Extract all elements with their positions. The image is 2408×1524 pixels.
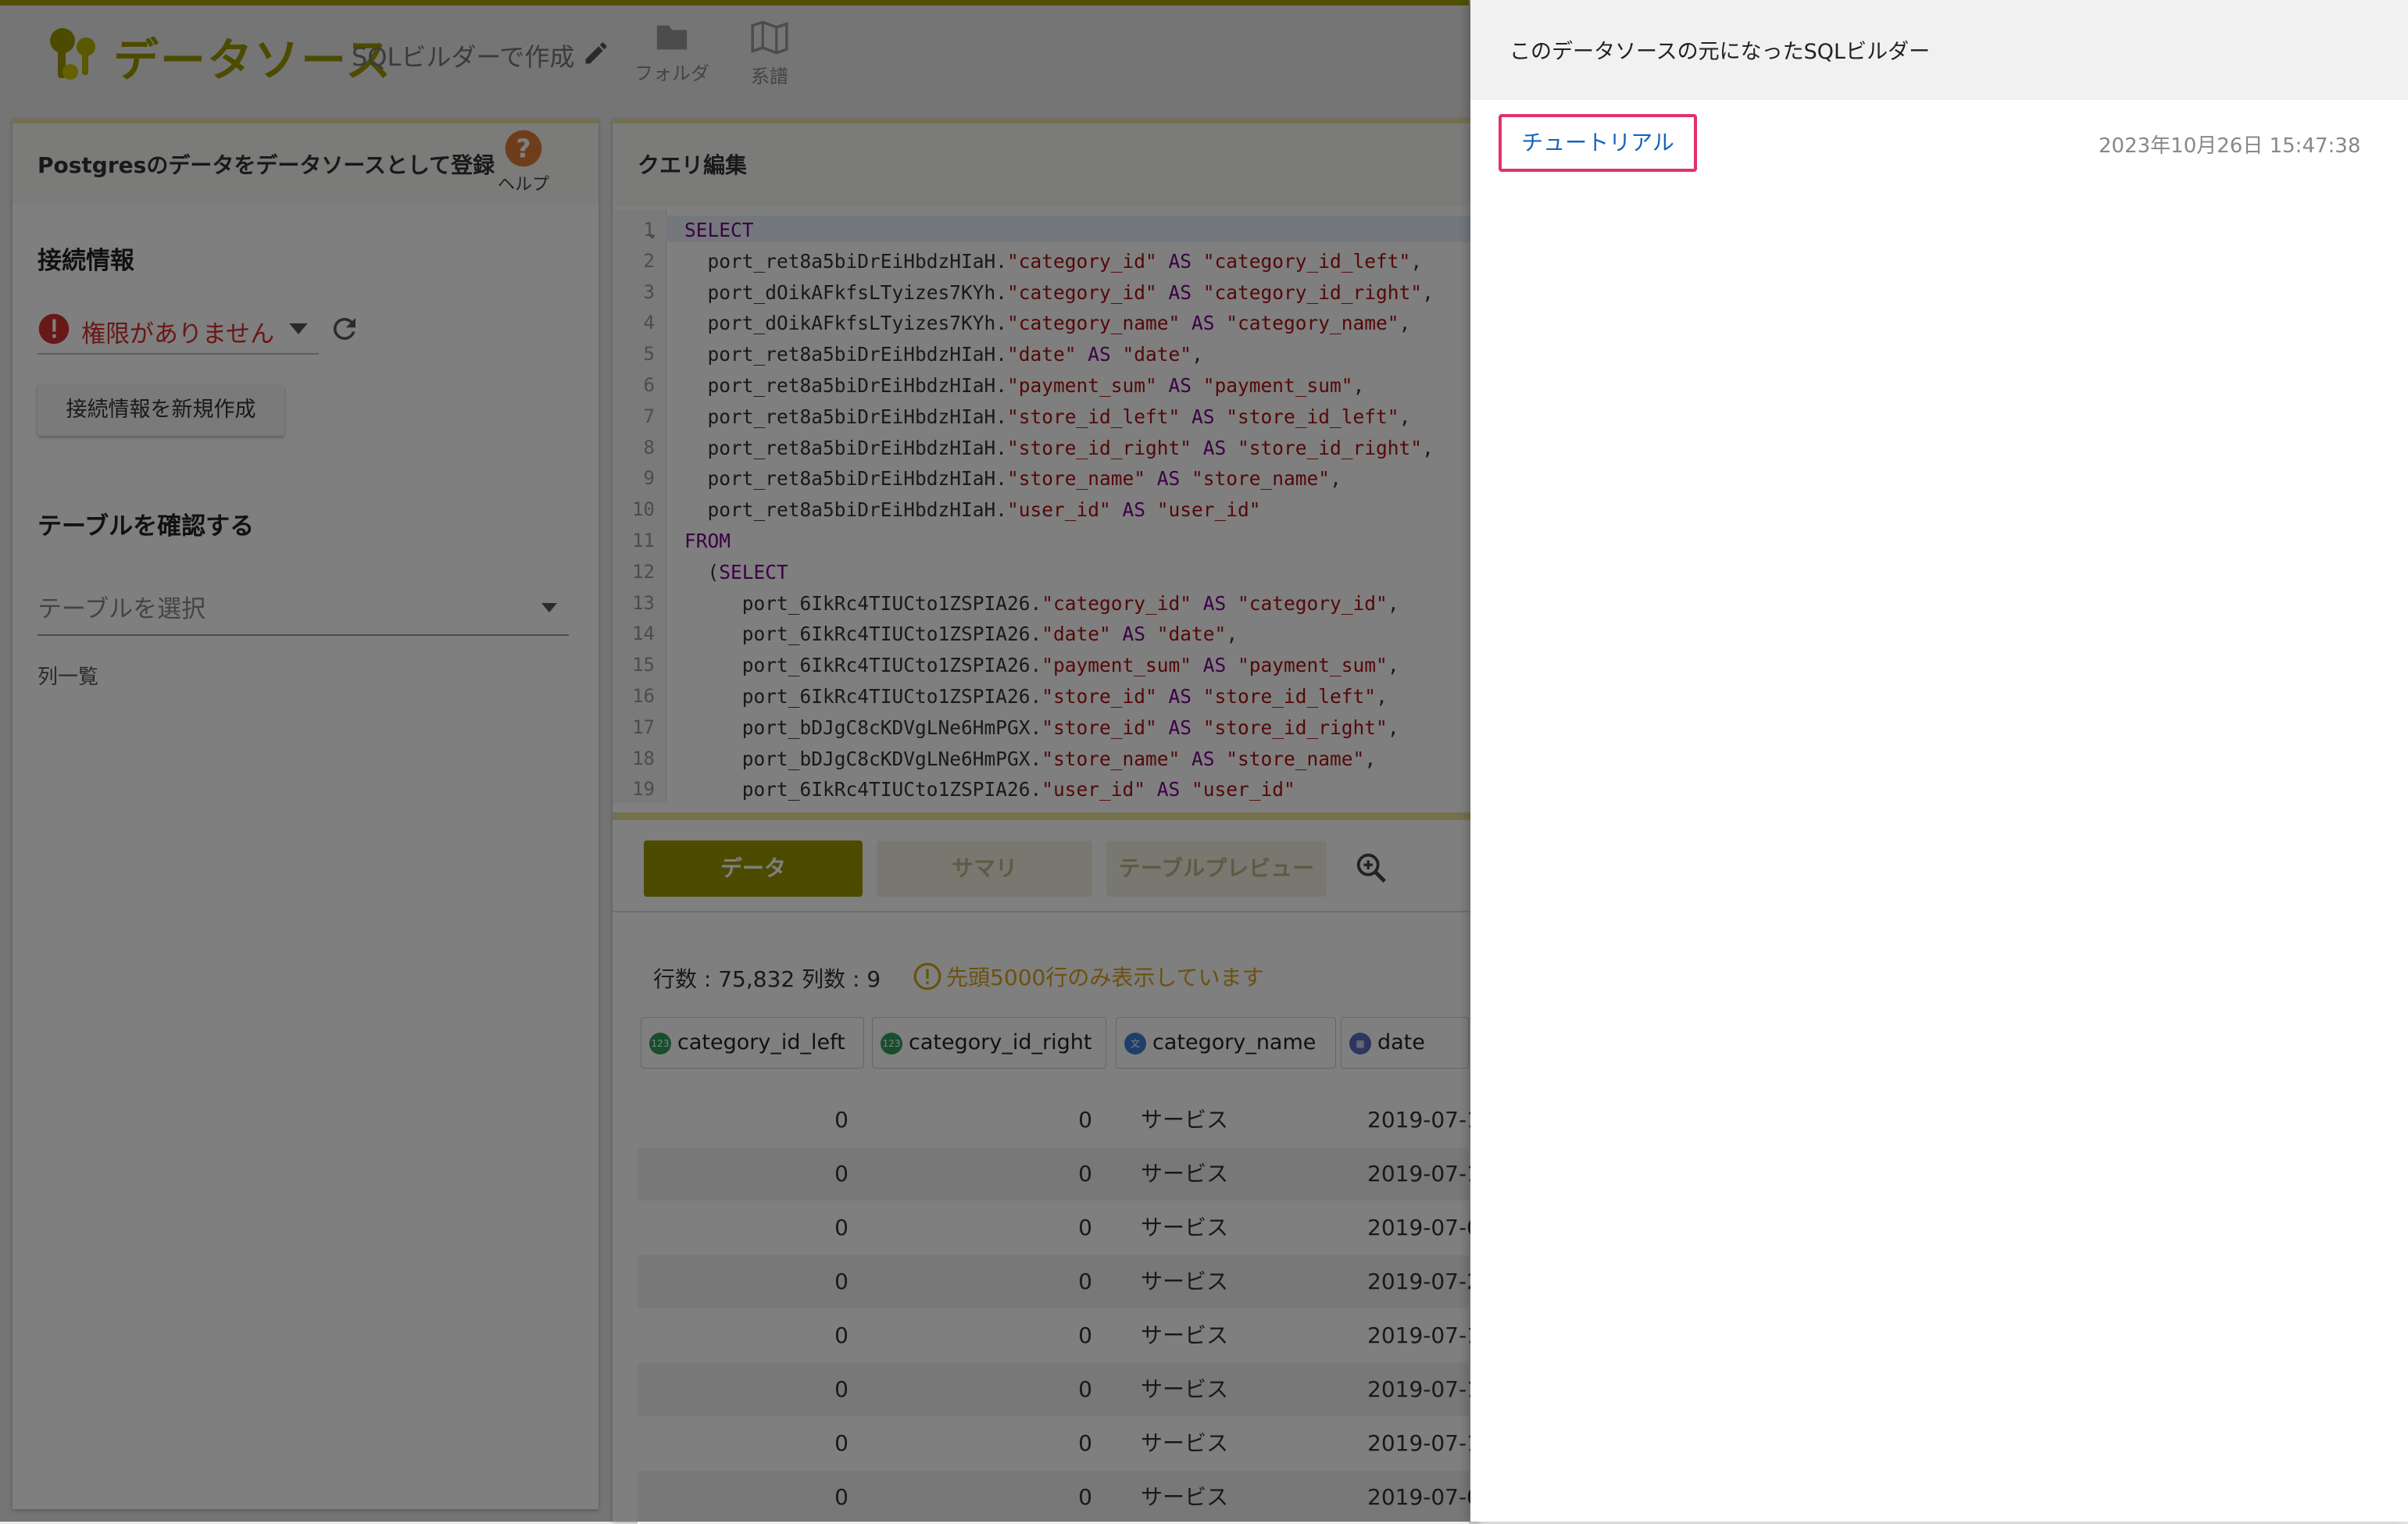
- source-builder-drawer: [1470, 0, 2408, 1522]
- modal-backdrop[interactable]: [0, 0, 1470, 1522]
- builder-timestamp: 2023年10月26日 15:47:38: [2099, 134, 2361, 158]
- sql-builder-link[interactable]: チュートリアル: [1499, 114, 1697, 172]
- drawer-title: このデータソースの元になったSQLビルダー: [1509, 40, 1931, 64]
